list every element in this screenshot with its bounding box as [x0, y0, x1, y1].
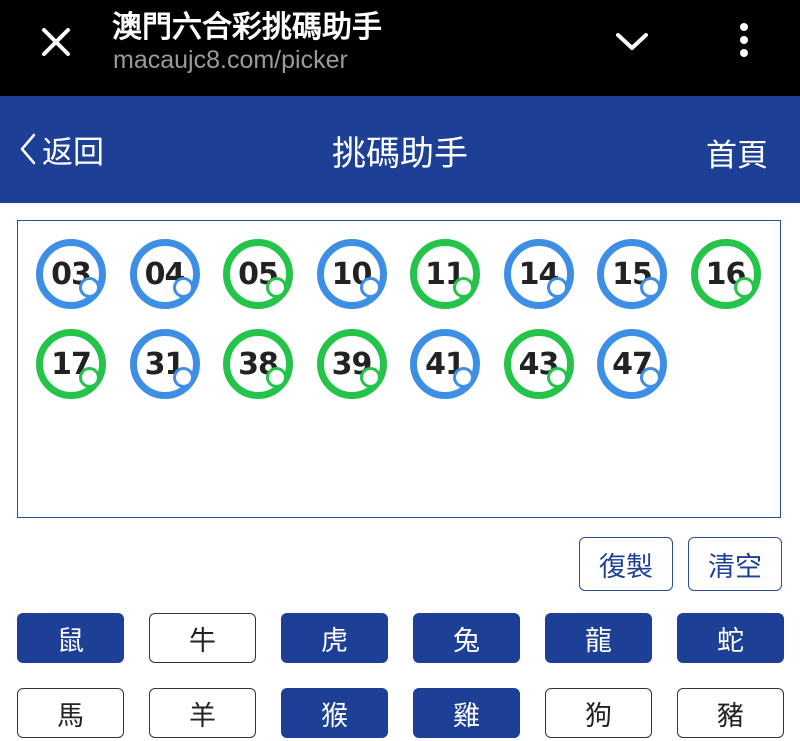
ball-gloss-icon — [79, 277, 100, 298]
app-header: 返回 挑碼助手 首頁 — [0, 96, 800, 203]
number-ball[interactable]: 16 — [690, 239, 761, 309]
clear-button[interactable]: 清空 — [688, 537, 782, 591]
browser-top-bar: 澳門六合彩挑碼助手 macaujc8.com/picker — [0, 0, 800, 96]
zodiac-button[interactable]: 狗 — [545, 688, 652, 738]
ball-gloss-icon — [453, 367, 474, 388]
ball-gloss-icon — [79, 367, 100, 388]
ball-gloss-icon — [640, 367, 661, 388]
more-vertical-icon — [740, 23, 748, 57]
ball-gloss-icon — [359, 367, 381, 388]
number-ball[interactable]: 41 — [410, 329, 480, 399]
number-ball[interactable]: 10 — [316, 239, 387, 309]
site-title: 澳門六合彩挑碼助手 — [112, 10, 382, 45]
ball-gloss-icon — [172, 367, 194, 388]
picked-numbers-panel: 03 04 05 10 11 14 15 16 17 31 38 39 41 43 47 — [17, 220, 781, 518]
number-ball[interactable]: 03 — [36, 239, 106, 309]
number-ball[interactable]: 05 — [223, 239, 293, 309]
number-ball[interactable]: 17 — [36, 329, 106, 399]
site-url[interactable]: macaujc8.com/picker — [113, 46, 348, 75]
number-ball[interactable]: 38 — [223, 329, 293, 399]
ball-gloss-icon — [266, 277, 287, 298]
number-ball[interactable]: 04 — [129, 239, 200, 309]
number-ball[interactable]: 31 — [129, 329, 200, 399]
ball-gloss-icon — [546, 367, 568, 388]
number-ball[interactable]: 43 — [503, 329, 574, 399]
close-icon — [42, 28, 70, 56]
number-ball[interactable]: 15 — [597, 239, 667, 309]
expand-button[interactable] — [606, 20, 658, 64]
chevron-down-icon — [616, 33, 648, 50]
ball-gloss-icon — [172, 277, 194, 298]
ball-gloss-icon — [453, 277, 474, 298]
zodiac-button[interactable]: 馬 — [17, 688, 124, 738]
zodiac-button[interactable]: 鼠 — [17, 613, 124, 663]
zodiac-button[interactable]: 猴 — [281, 688, 388, 738]
ball-gloss-icon — [266, 367, 287, 388]
number-ball[interactable]: 14 — [503, 239, 574, 309]
zodiac-button[interactable]: 兔 — [413, 613, 520, 663]
zodiac-button[interactable]: 牛 — [149, 613, 256, 663]
ball-gloss-icon — [546, 277, 568, 298]
zodiac-button[interactable]: 羊 — [149, 688, 256, 738]
zodiac-button[interactable]: 虎 — [281, 613, 388, 663]
close-button[interactable] — [34, 20, 78, 64]
more-options-button[interactable] — [724, 16, 764, 64]
zodiac-button[interactable]: 豬 — [677, 688, 784, 738]
ball-gloss-icon — [733, 277, 755, 298]
number-ball[interactable]: 11 — [410, 239, 480, 309]
number-ball[interactable]: 47 — [597, 329, 667, 399]
zodiac-button[interactable]: 龍 — [545, 613, 652, 663]
copy-button[interactable]: 復製 — [579, 537, 673, 591]
page-title: 挑碼助手 — [332, 134, 468, 174]
zodiac-button[interactable]: 蛇 — [677, 613, 784, 663]
ball-gloss-icon — [359, 277, 381, 298]
home-link[interactable]: 首頁 — [706, 130, 768, 175]
zodiac-button[interactable]: 雞 — [413, 688, 520, 738]
number-ball[interactable]: 39 — [316, 329, 387, 399]
ball-gloss-icon — [640, 277, 661, 298]
